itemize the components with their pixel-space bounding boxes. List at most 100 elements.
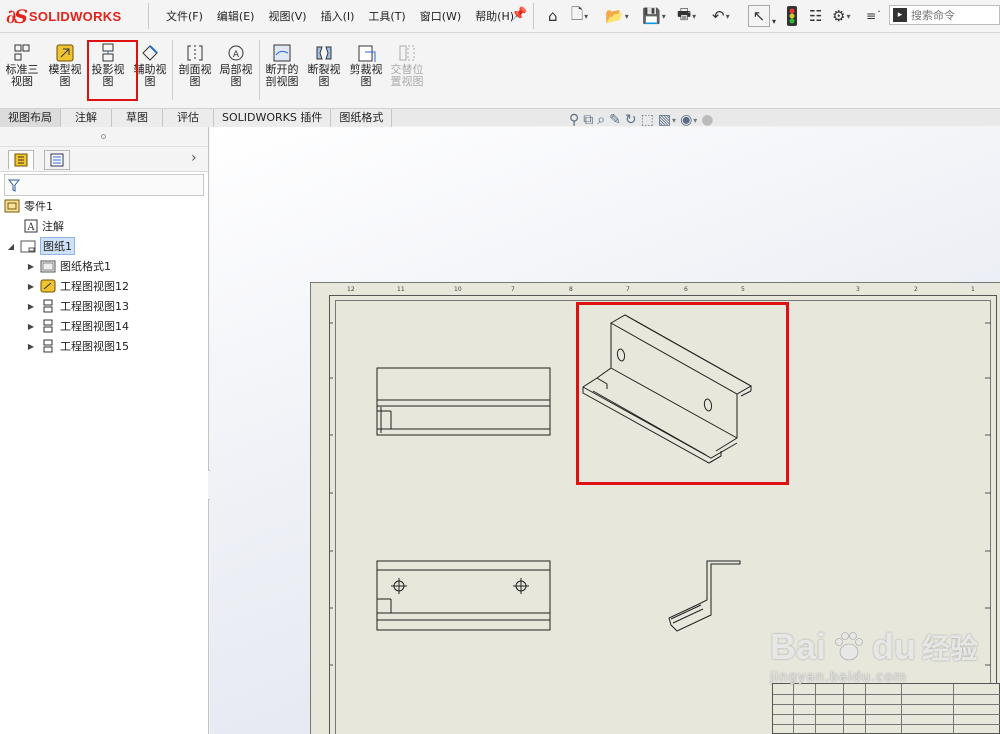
tree-annotations[interactable]: A 注解 <box>24 217 64 235</box>
broken-out-section-icon <box>262 42 302 64</box>
tree-root[interactable]: 零件1 <box>4 197 53 215</box>
baidu-paw-icon <box>835 632 863 661</box>
menu-edit[interactable]: 编辑(E) <box>217 8 255 24</box>
menu-tools[interactable]: 工具(T) <box>368 8 405 24</box>
zoom-to-fit-icon[interactable]: ⚲ <box>569 112 579 128</box>
svg-text:A: A <box>233 50 240 60</box>
standard-3-view-icon <box>2 42 42 64</box>
expand-arrow-icon[interactable]: ▶ <box>26 262 36 271</box>
drawing-view-side <box>668 560 741 632</box>
zoom-to-area-icon[interactable]: ⧉ <box>583 112 593 128</box>
tree-item-drawing-view-15[interactable]: ▶ 工程图视图15 <box>26 337 129 355</box>
print-button[interactable]: 🖶 ▾ <box>677 5 696 27</box>
panel-tabs: › <box>0 147 208 172</box>
tab-annotation[interactable]: 注解 <box>61 109 112 127</box>
save-button[interactable]: 💾 ▾ <box>642 5 666 27</box>
collapse-arrow-icon[interactable]: ◢ <box>6 242 16 251</box>
home-icon[interactable]: ⌂ <box>548 5 558 27</box>
crop-view-icon <box>346 42 386 64</box>
panel-header <box>0 127 208 147</box>
tab-solidworks-addins[interactable]: SOLIDWORKS 插件 <box>214 109 332 127</box>
menu-help[interactable]: 帮助(H) <box>475 8 514 24</box>
baidu-jingyan-watermark: Bai du 经验 jingyan.baidu.com <box>770 626 979 685</box>
standard-3-view-button[interactable]: 标准三 视图 <box>2 42 42 88</box>
open-button[interactable]: 📂 ▾ <box>605 5 629 27</box>
break-view-button[interactable]: 断裂视 图 <box>304 42 344 88</box>
sheet-icon <box>20 240 36 252</box>
alternate-position-view-button: 交替位 置视图 <box>387 42 427 88</box>
drawing-view-top <box>376 560 551 631</box>
search-commands-box[interactable]: ▸ <box>889 5 1000 25</box>
model-view-icon <box>40 279 56 293</box>
feature-tree-icon <box>14 153 28 167</box>
title-bar: ∂S SOLIDWORKS 文件(F) 编辑(E) 视图(V) 插入(I) 工具… <box>0 0 1000 33</box>
tree-filter[interactable] <box>4 174 204 196</box>
crop-view-button[interactable]: 剪裁视 图 <box>346 42 386 88</box>
menu-file[interactable]: 文件(F) <box>166 8 203 24</box>
hide-show-icon[interactable]: ◉ <box>680 112 692 128</box>
sheet-format-icon <box>40 260 56 272</box>
tab-view-layout[interactable]: 视图布局 <box>0 109 61 127</box>
file-properties-icon[interactable]: ☷ <box>809 5 822 27</box>
property-list-icon <box>50 153 64 167</box>
tab-sheet-format[interactable]: 图纸格式 <box>331 109 393 127</box>
undo-button[interactable]: ↶ ▾ <box>712 5 730 27</box>
tab-sketch[interactable]: 草图 <box>112 109 163 127</box>
rotate-icon[interactable]: ↻ <box>625 112 637 128</box>
command-manager-tabs: 视图布局 注解 草图 评估 SOLIDWORKS 插件 图纸格式 <box>0 108 1000 127</box>
projected-view-icon <box>43 339 53 353</box>
svg-text:A: A <box>26 222 35 233</box>
solidworks-logo[interactable]: ∂S SOLIDWORKS <box>6 4 121 29</box>
menu-view[interactable]: 视图(V) <box>268 8 306 24</box>
tree-sheet[interactable]: ◢ 图纸1 <box>6 237 75 255</box>
section-view-icon <box>175 42 215 64</box>
expand-arrow-icon[interactable]: ▶ <box>26 342 36 351</box>
expand-arrow-icon[interactable]: ▶ <box>26 282 36 291</box>
tab-evaluate[interactable]: 评估 <box>163 109 214 127</box>
title-block <box>772 683 1000 734</box>
expand-arrow-icon[interactable]: ▶ <box>26 322 36 331</box>
expand-arrow-icon[interactable]: ▶ <box>26 302 36 311</box>
select-button[interactable]: ↖ <box>748 5 770 27</box>
property-manager-tab[interactable] <box>44 150 70 170</box>
sketch-pencil-icon[interactable]: ✎ <box>609 112 621 128</box>
drawing-view-front <box>376 367 551 436</box>
new-document-button[interactable]: 🗋 ▾ <box>571 5 588 27</box>
model-view-icon <box>45 42 85 64</box>
search-input[interactable] <box>911 8 991 22</box>
menu-bar: 文件(F) 编辑(E) 视图(V) 插入(I) 工具(T) 窗口(W) 帮助(H… <box>166 8 528 24</box>
more-commands-icon[interactable]: ≡˙ <box>866 5 882 27</box>
annotation-icon: A <box>24 219 38 233</box>
model-view-button[interactable]: 模型视 图 <box>45 42 85 88</box>
tree-item-drawing-view-12[interactable]: ▶ 工程图视图12 <box>26 277 129 295</box>
command-manager: 标准三 视图 模型视 图 投影视 图 辅助视 图 剖面视 图 A 局部视 图 断… <box>0 34 1000 108</box>
options-gear-icon[interactable]: ⚙ ▾ <box>832 5 850 27</box>
isometric-view-highlight-box <box>576 302 789 485</box>
feature-manager-tab[interactable] <box>8 150 34 170</box>
broken-out-section-button[interactable]: 断开的 剖视图 <box>262 42 302 88</box>
drawing-icon <box>4 199 20 213</box>
heads-up-view-toolbar: ⚲ ⧉ ⌕ ✎ ↻ ⬚ ▧ ▾ ◉ ▾ ● <box>569 112 714 128</box>
menu-insert[interactable]: 插入(I) <box>321 8 355 24</box>
detail-view-button[interactable]: A 局部视 图 <box>216 42 256 88</box>
tree-item-drawing-view-14[interactable]: ▶ 工程图视图14 <box>26 317 129 335</box>
pin-icon[interactable]: 📌 <box>511 7 527 22</box>
tree-item-drawing-view-13[interactable]: ▶ 工程图视图13 <box>26 297 129 315</box>
zoom-in-out-icon[interactable]: ⌕ <box>597 112 605 128</box>
display-style-icon[interactable]: ▧ <box>658 112 671 128</box>
alternate-position-icon <box>387 42 427 64</box>
appearance-icon[interactable]: ● <box>701 112 713 128</box>
menu-window[interactable]: 窗口(W) <box>420 8 461 24</box>
select-dropdown-icon[interactable]: ▾ <box>772 10 776 32</box>
feature-manager-panel: › 零件1 A 注解 ◢ 图纸1 ▶ 图纸格式1 ▶ 工程图视图12 ▶ 工程图… <box>0 127 209 734</box>
detail-view-icon: A <box>216 42 256 64</box>
rebuild-traffic-light-icon[interactable] <box>786 5 798 27</box>
tree-item-sheet-format[interactable]: ▶ 图纸格式1 <box>26 257 111 275</box>
chevron-right-icon[interactable]: › <box>191 150 197 166</box>
projected-view-highlight-box <box>87 40 138 101</box>
projected-view-icon <box>43 299 53 313</box>
logo-text: SOLIDWORKS <box>28 9 122 24</box>
section-view-button[interactable]: 剖面视 图 <box>175 42 215 88</box>
pan-icon[interactable]: ⬚ <box>641 112 654 128</box>
projected-view-icon <box>43 319 53 333</box>
